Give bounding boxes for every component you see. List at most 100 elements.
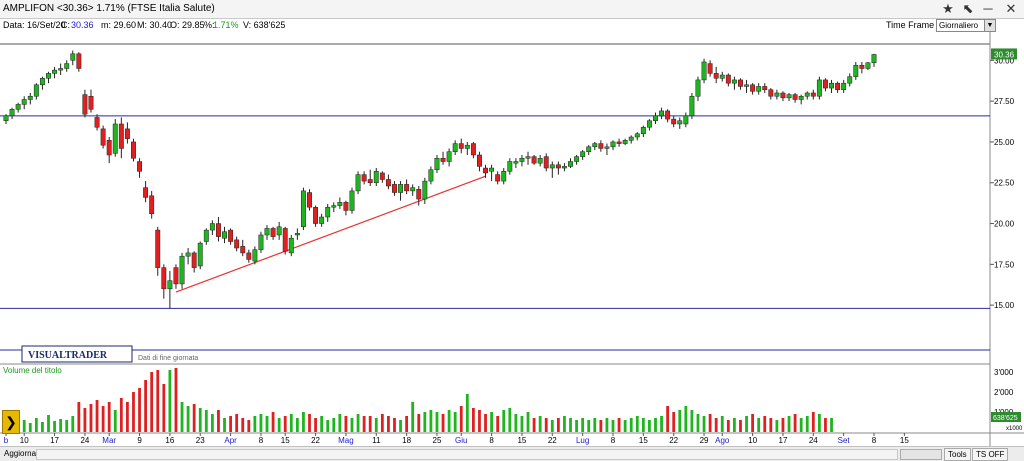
candle[interactable]	[622, 140, 628, 144]
chevron-right-icon[interactable]: ❯	[2, 410, 20, 434]
candle[interactable]	[713, 73, 719, 79]
candle[interactable]	[446, 151, 452, 162]
candle[interactable]	[750, 84, 756, 92]
arrow-up-left-icon[interactable]: ⬉	[960, 1, 976, 17]
volume-bar[interactable]	[641, 418, 645, 432]
close-icon[interactable]: ✕	[1003, 1, 1019, 17]
candle[interactable]	[798, 95, 804, 100]
volume-bar[interactable]	[344, 416, 348, 432]
volume-bar[interactable]	[132, 392, 135, 432]
volume-bar[interactable]	[575, 420, 578, 432]
volume-bar[interactable]	[824, 418, 827, 432]
candle[interactable]	[489, 167, 495, 172]
candle[interactable]	[373, 171, 379, 183]
volume-bar[interactable]	[374, 418, 378, 432]
candle[interactable]	[604, 146, 610, 149]
candle[interactable]	[270, 228, 276, 237]
volume-bar[interactable]	[283, 416, 287, 432]
volume-bar[interactable]	[180, 402, 184, 432]
candle[interactable]	[307, 192, 312, 208]
volume-bar[interactable]	[186, 406, 190, 432]
volume-bar[interactable]	[441, 414, 445, 432]
volume-bar[interactable]	[204, 410, 208, 432]
volume-bar[interactable]	[830, 418, 833, 432]
volume-bar[interactable]	[702, 416, 706, 432]
volume-bar[interactable]	[611, 420, 615, 432]
volume-bar[interactable]	[429, 410, 433, 432]
volume-bar[interactable]	[320, 416, 324, 432]
candle[interactable]	[871, 54, 877, 64]
volume-bar[interactable]	[113, 410, 117, 432]
tools-button[interactable]: Tools	[944, 448, 971, 461]
volume-bar[interactable]	[229, 416, 232, 432]
horizontal-scrollbar[interactable]	[36, 449, 898, 460]
volume-bar[interactable]	[617, 418, 621, 432]
candle[interactable]	[440, 158, 446, 162]
candle[interactable]	[531, 156, 537, 164]
volume-bar[interactable]	[459, 406, 463, 432]
candle[interactable]	[82, 94, 88, 115]
candle[interactable]	[203, 229, 209, 242]
candle[interactable]	[829, 82, 834, 89]
volume-bar[interactable]	[556, 418, 560, 432]
volume-bar[interactable]	[745, 416, 748, 432]
volume-bar[interactable]	[720, 416, 724, 432]
volume-bar[interactable]	[47, 415, 50, 432]
volume-bar[interactable]	[696, 414, 700, 432]
candle[interactable]	[659, 110, 665, 117]
volume-bar[interactable]	[502, 410, 506, 432]
candle[interactable]	[744, 84, 749, 87]
volume-bar[interactable]	[726, 420, 730, 432]
volume-bar[interactable]	[380, 414, 384, 432]
aggiorna-button[interactable]: Aggiorna	[4, 449, 36, 459]
volume-bar[interactable]	[271, 412, 275, 432]
candle[interactable]	[131, 141, 136, 159]
volume-bar[interactable]	[326, 420, 330, 432]
candle[interactable]	[209, 223, 215, 231]
volume-bar[interactable]	[150, 372, 154, 432]
candle[interactable]	[300, 190, 306, 228]
candle[interactable]	[507, 161, 513, 172]
candle[interactable]	[349, 190, 355, 211]
candle[interactable]	[143, 187, 149, 198]
volume-bar[interactable]	[308, 414, 311, 432]
volume-bar[interactable]	[690, 410, 694, 432]
candle[interactable]	[731, 79, 737, 84]
candle[interactable]	[537, 158, 543, 164]
volume-bar[interactable]	[587, 420, 591, 432]
candle[interactable]	[428, 169, 434, 182]
volume-bar[interactable]	[514, 414, 518, 432]
volume-bar[interactable]	[168, 370, 172, 432]
volume-bar[interactable]	[338, 414, 342, 432]
candle[interactable]	[725, 74, 731, 84]
candle[interactable]	[379, 172, 385, 180]
volume-bar[interactable]	[235, 414, 239, 432]
volume-bar[interactable]	[302, 412, 305, 432]
ts-off-button[interactable]: TS OFF	[972, 448, 1009, 461]
volume-bar[interactable]	[593, 418, 597, 432]
candle[interactable]	[738, 79, 743, 87]
candle[interactable]	[483, 167, 488, 174]
candle[interactable]	[276, 226, 282, 236]
volume-bar[interactable]	[538, 416, 542, 432]
volume-bar[interactable]	[210, 414, 214, 432]
volume-bar[interactable]	[289, 414, 293, 432]
candle[interactable]	[458, 143, 464, 149]
candle[interactable]	[246, 252, 252, 260]
volume-bar[interactable]	[550, 420, 554, 432]
candle[interactable]	[580, 151, 586, 157]
candle[interactable]	[410, 187, 416, 192]
volume-bar[interactable]	[162, 384, 166, 432]
volume-bar[interactable]	[563, 416, 566, 432]
candle[interactable]	[513, 161, 519, 164]
candle[interactable]	[185, 252, 191, 257]
candle[interactable]	[76, 53, 82, 69]
volume-bar[interactable]	[569, 418, 572, 432]
candle[interactable]	[501, 171, 507, 182]
candle[interactable]	[646, 120, 652, 128]
candle[interactable]	[94, 117, 100, 128]
candle[interactable]	[634, 133, 640, 138]
candle[interactable]	[3, 115, 9, 121]
candle[interactable]	[39, 78, 45, 86]
candle[interactable]	[385, 179, 391, 187]
